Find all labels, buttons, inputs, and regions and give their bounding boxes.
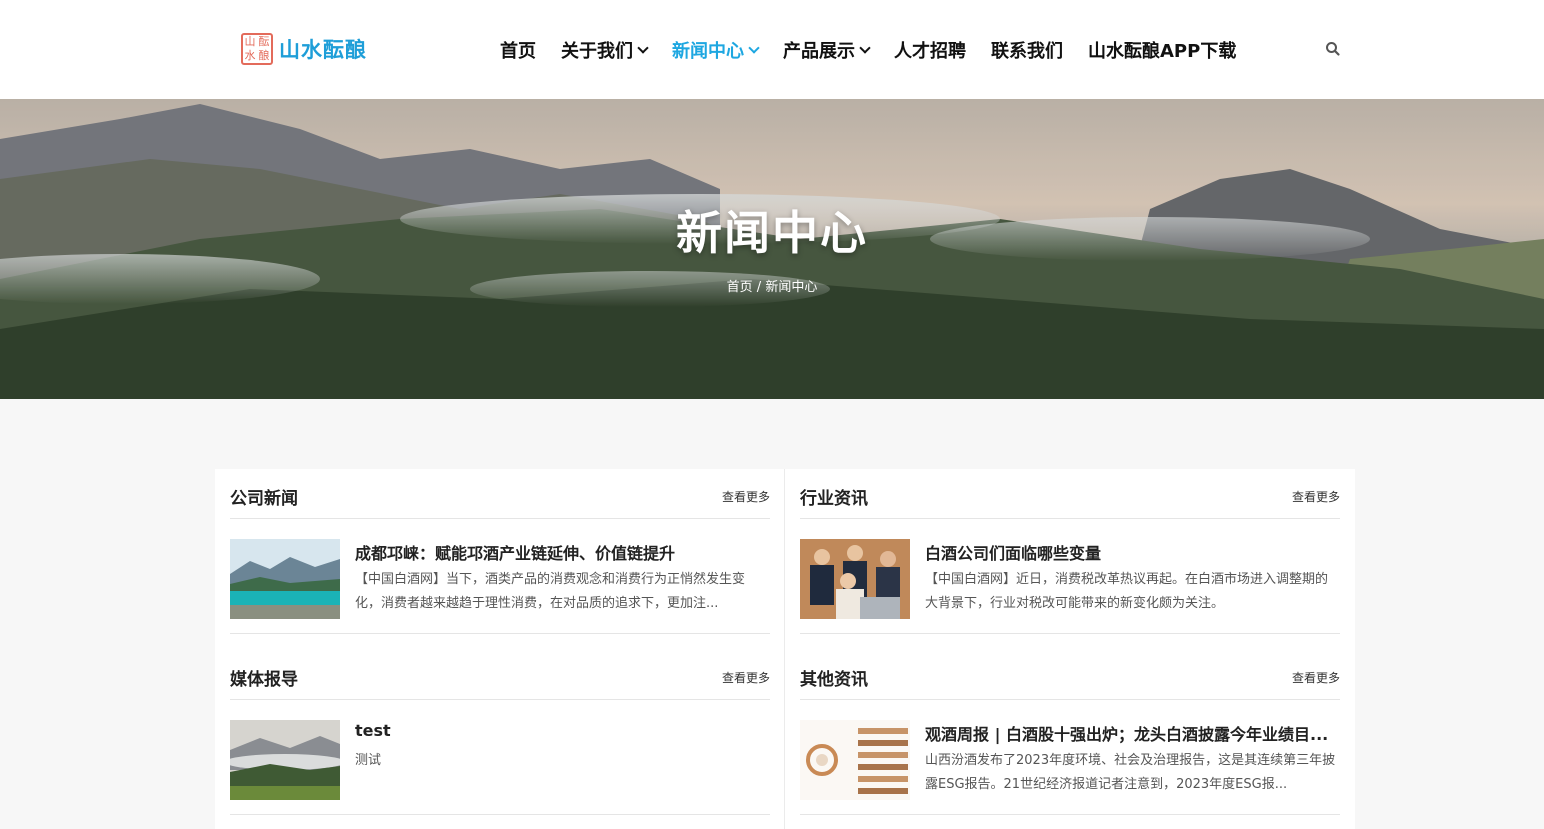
seal-char: 山: [244, 35, 256, 48]
news-thumbnail[interactable]: [800, 720, 910, 800]
nav-item-contact[interactable]: 联系我们: [991, 37, 1063, 63]
section-title: 公司新闻: [230, 489, 298, 509]
seal-char: 酿: [258, 49, 270, 62]
nav-item-about[interactable]: 关于我们: [561, 37, 649, 63]
nav-item-careers[interactable]: 人才招聘: [894, 37, 966, 63]
section-header: 媒体报导 查看更多: [230, 650, 770, 700]
news-item[interactable]: 白酒公司们面临哪些变量 【中国白酒网】近日，消费税改革热议再起。在白酒市场进入调…: [800, 519, 1340, 634]
hero-banner: 新闻中心 首页 / 新闻中心: [0, 99, 1544, 399]
breadcrumb-separator: /: [756, 280, 762, 295]
nav-item-products[interactable]: 产品展示: [783, 37, 871, 63]
search-icon[interactable]: [1324, 40, 1342, 58]
chevron-down-icon: [748, 41, 760, 54]
section-header: 行业资讯 查看更多: [800, 469, 1340, 519]
news-title[interactable]: 观酒周报 | 白酒股十强出炉；龙头白酒披露今年业绩目...: [925, 721, 1340, 745]
nav-item-news[interactable]: 新闻中心: [672, 37, 760, 63]
view-more-link[interactable]: 查看更多: [722, 488, 770, 505]
news-excerpt: 【中国白酒网】近日，消费税改革热议再起。在白酒市场进入调整期的大背景下，行业对税…: [925, 572, 1329, 611]
news-grid: 公司新闻 查看更多 成都邛崃：赋能邛酒产业链延伸、价值链提升 【中国白酒网】当下…: [215, 469, 1355, 829]
page-title: 新闻中心: [676, 206, 868, 260]
view-more-link[interactable]: 查看更多: [1292, 669, 1340, 686]
section-title: 其他资讯: [800, 670, 868, 690]
news-item[interactable]: 观酒周报 | 白酒股十强出炉；龙头白酒披露今年业绩目... 山西汾酒发布了202…: [800, 700, 1340, 815]
breadcrumb-current: 新闻中心: [765, 280, 818, 295]
logo[interactable]: 山 酝 水 酿 山水酝酿: [241, 32, 367, 66]
news-thumbnail[interactable]: [800, 539, 910, 619]
news-item[interactable]: 成都邛崃：赋能邛酒产业链延伸、价值链提升 【中国白酒网】当下，酒类产品的消费观念…: [230, 519, 770, 634]
main-nav: 首页 关于我们 新闻中心 产品展示 人才招聘 联系我们 山水酝酿APP下载: [500, 33, 1261, 67]
breadcrumb-home-link[interactable]: 首页: [727, 280, 753, 295]
column-divider: [784, 469, 785, 829]
view-more-link[interactable]: 查看更多: [1292, 488, 1340, 505]
view-more-link[interactable]: 查看更多: [722, 669, 770, 686]
section-header: 其他资讯 查看更多: [800, 650, 1340, 700]
chevron-down-icon: [637, 41, 649, 54]
news-title[interactable]: 成都邛崃：赋能邛酒产业链延伸、价值链提升: [355, 540, 770, 564]
logo-seal-icon: 山 酝 水 酿: [241, 33, 273, 65]
news-excerpt: 山西汾酒发布了2023年度环境、社会及治理报告，这是其连续第三年披露ESG报告。…: [925, 753, 1336, 792]
nav-item-home[interactable]: 首页: [500, 37, 536, 63]
news-excerpt: 测试: [355, 753, 382, 768]
news-thumbnail[interactable]: [230, 720, 340, 800]
seal-char: 水: [244, 49, 256, 62]
nav-item-app-download[interactable]: 山水酝酿APP下载: [1088, 37, 1236, 63]
section-title: 媒体报导: [230, 670, 298, 690]
site-header: 山 酝 水 酿 山水酝酿 首页 关于我们 新闻中心 产品展示 人才招聘 联系我们…: [0, 0, 1544, 99]
news-excerpt: 【中国白酒网】当下，酒类产品的消费观念和消费行为正悄然发生变化，消费者越来越趋于…: [355, 572, 746, 611]
seal-char: 酝: [258, 35, 270, 48]
chevron-down-icon: [859, 41, 871, 54]
news-title[interactable]: test: [355, 721, 770, 740]
news-title[interactable]: 白酒公司们面临哪些变量: [925, 540, 1340, 564]
news-item[interactable]: test 测试: [230, 700, 770, 815]
section-title: 行业资讯: [800, 489, 868, 509]
news-thumbnail[interactable]: [230, 539, 340, 619]
breadcrumb: 首页 / 新闻中心: [0, 276, 1544, 295]
brand-name: 山水酝酿: [279, 37, 367, 62]
section-header: 公司新闻 查看更多: [230, 469, 770, 519]
